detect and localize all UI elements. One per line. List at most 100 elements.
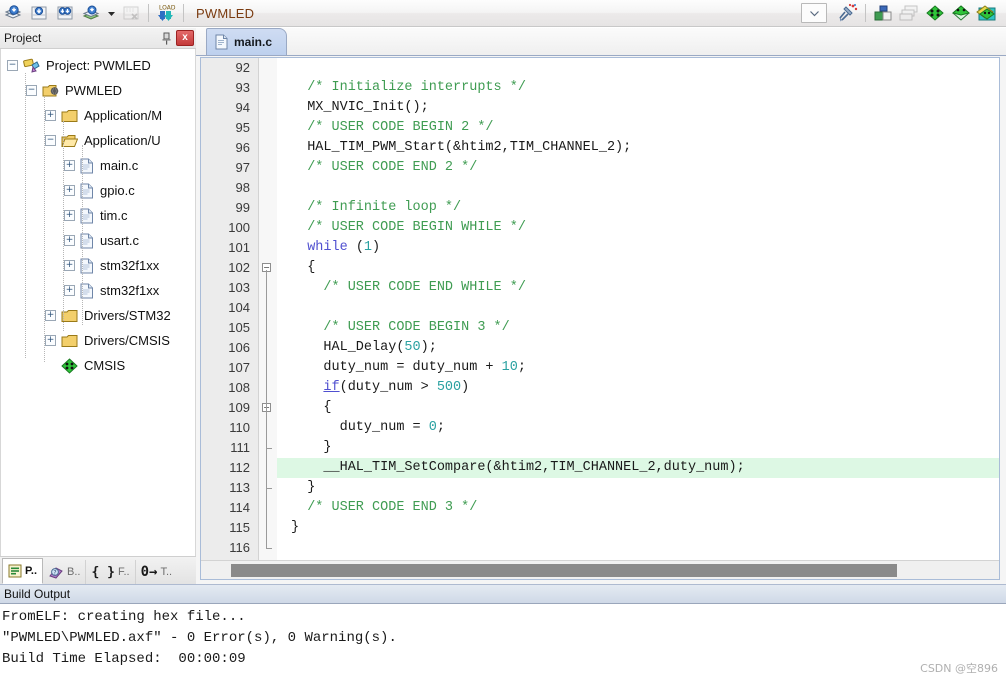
code-folding-column[interactable]: −−: [259, 58, 277, 560]
editor-tab-main-c[interactable]: main.c: [206, 28, 288, 55]
tree-expander[interactable]: −: [45, 135, 56, 146]
tree-expander[interactable]: +: [64, 235, 75, 246]
pin-icon[interactable]: [157, 30, 176, 47]
tree-node[interactable]: CMSIS: [1, 353, 195, 378]
tree-node[interactable]: − Project: PWMLED: [1, 53, 195, 78]
toolbar-separator: [148, 4, 149, 22]
code-line[interactable]: HAL_TIM_PWM_Start(&htim2,TIM_CHANNEL_2);: [277, 138, 999, 158]
multi-project-icon[interactable]: [896, 1, 922, 25]
tree-node[interactable]: − PWMLED: [1, 78, 195, 103]
code-line[interactable]: if(duty_num > 500): [277, 378, 999, 398]
line-number: 99: [235, 200, 250, 215]
line-number: 105: [228, 320, 250, 335]
tree-expander[interactable]: +: [45, 110, 56, 121]
code-line[interactable]: while (1): [277, 238, 999, 258]
toolbar-separator-3: [865, 4, 866, 22]
build-icon[interactable]: [26, 1, 52, 25]
build-output-text[interactable]: FromELF: creating hex file... "PWMLED\PWM…: [0, 604, 1006, 670]
editor-hscroll-thumb[interactable]: [231, 563, 897, 577]
tree-expander[interactable]: +: [64, 210, 75, 221]
code-line[interactable]: /* USER CODE END 3 */: [277, 498, 999, 518]
code-line[interactable]: [277, 298, 999, 318]
tree-node[interactable]: + usart.c: [1, 228, 195, 253]
code-line[interactable]: }: [277, 438, 999, 458]
code-line[interactable]: /* USER CODE BEGIN WHILE */: [277, 218, 999, 238]
line-number: 108: [228, 380, 250, 395]
tab-functions[interactable]: { } F..: [86, 560, 136, 584]
svcs-icon[interactable]: [974, 1, 1000, 25]
line-number: 110: [229, 420, 250, 435]
line-number: 95: [235, 120, 250, 135]
tree-node[interactable]: + Application/M: [1, 103, 195, 128]
tree-node[interactable]: + stm32f1xx: [1, 278, 195, 303]
main-toolbar: LOAD PWMLED: [0, 0, 1006, 27]
code-line[interactable]: HAL_Delay(50);: [277, 338, 999, 358]
tree-expander[interactable]: +: [64, 185, 75, 196]
svg-text:?: ?: [53, 569, 56, 576]
tree-node[interactable]: + main.c: [1, 153, 195, 178]
tab-functions-label: F..: [117, 566, 130, 578]
code-line[interactable]: [277, 58, 999, 78]
tree-node[interactable]: + stm32f1xx: [1, 253, 195, 278]
rte-manage-icon[interactable]: [948, 1, 974, 25]
tree-node[interactable]: − Application/U: [1, 128, 195, 153]
code-line[interactable]: }: [277, 518, 999, 538]
manage-project-items-icon[interactable]: [870, 1, 896, 25]
code-line[interactable]: /* USER CODE END WHILE */: [277, 278, 999, 298]
tree-expander[interactable]: +: [45, 335, 56, 346]
code-line[interactable]: [277, 178, 999, 198]
code-line[interactable]: duty_num = duty_num + 10;: [277, 358, 999, 378]
code-line[interactable]: }: [277, 478, 999, 498]
load-icon[interactable]: LOAD: [153, 1, 179, 25]
tree-expander[interactable]: +: [45, 310, 56, 321]
stop-build-icon[interactable]: [118, 1, 144, 25]
line-number: 116: [229, 540, 250, 555]
code-text[interactable]: /* Initialize interrupts */ MX_NVIC_Init…: [277, 58, 999, 560]
tree-node-label: usart.c: [100, 233, 140, 248]
code-editor[interactable]: 92 93 94 95 96 97 98 99 100 101 102 103 104 105 106 107…: [200, 57, 1000, 580]
code-line[interactable]: [277, 538, 999, 558]
batch-build-icon[interactable]: [78, 1, 104, 25]
translate-icon[interactable]: [0, 1, 26, 25]
tree-expander[interactable]: +: [64, 160, 75, 171]
target-select-dropdown[interactable]: [801, 3, 827, 23]
code-line[interactable]: /* USER CODE BEGIN 3 */: [277, 318, 999, 338]
close-icon[interactable]: x: [176, 30, 194, 46]
tab-books[interactable]: ? B..: [43, 560, 87, 584]
tree-expander[interactable]: −: [7, 60, 18, 71]
code-body[interactable]: 92 93 94 95 96 97 98 99 100 101 102 103 104 105 106 107…: [201, 58, 999, 560]
tab-project[interactable]: P..: [2, 558, 44, 584]
code-line[interactable]: duty_num = 0;: [277, 418, 999, 438]
code-line[interactable]: /* USER CODE END 2 */: [277, 158, 999, 178]
build-output-line: Build Time Elapsed: 00:00:09: [2, 651, 246, 667]
tree-expander[interactable]: −: [26, 85, 37, 96]
tree-node-label: PWMLED: [65, 83, 123, 98]
project-tree[interactable]: − Project: PWMLED − PWMLED + Application/M − Ap…: [0, 49, 196, 567]
tree-node-label: CMSIS: [84, 358, 126, 373]
tree-node[interactable]: + Drivers/CMSIS: [1, 328, 195, 353]
code-line[interactable]: __HAL_TIM_SetCompare(&htim2,TIM_CHANNEL_…: [277, 458, 999, 478]
target-options-icon[interactable]: [835, 1, 861, 25]
editor-tabstrip: main.c: [196, 28, 1006, 56]
functions-tab-icon: { }: [91, 564, 115, 580]
code-line[interactable]: /* Initialize interrupts */: [277, 78, 999, 98]
tree-node[interactable]: + Drivers/STM32: [1, 303, 195, 328]
line-number: 96: [235, 140, 250, 155]
tab-templates[interactable]: 0→ T..: [136, 560, 177, 584]
line-number-gutter: 92 93 94 95 96 97 98 99 100 101 102 103 104 105 106 107…: [201, 58, 259, 560]
tree-node[interactable]: + gpio.c: [1, 178, 195, 203]
editor-hscrollbar[interactable]: [201, 560, 999, 579]
code-line[interactable]: /* USER CODE BEGIN 2 */: [277, 118, 999, 138]
pack-installer-icon[interactable]: [922, 1, 948, 25]
code-line[interactable]: /* Infinite loop */: [277, 198, 999, 218]
code-line[interactable]: {: [277, 258, 999, 278]
line-number: 100: [228, 220, 250, 235]
batch-build-dropdown-icon[interactable]: [104, 1, 118, 25]
rebuild-all-icon[interactable]: [52, 1, 78, 25]
tree-expander[interactable]: +: [64, 285, 75, 296]
tree-expander[interactable]: +: [64, 260, 75, 271]
tree-node[interactable]: + tim.c: [1, 203, 195, 228]
tree-node-label: main.c: [100, 158, 139, 173]
code-line[interactable]: MX_NVIC_Init();: [277, 98, 999, 118]
code-line[interactable]: {: [277, 398, 999, 418]
